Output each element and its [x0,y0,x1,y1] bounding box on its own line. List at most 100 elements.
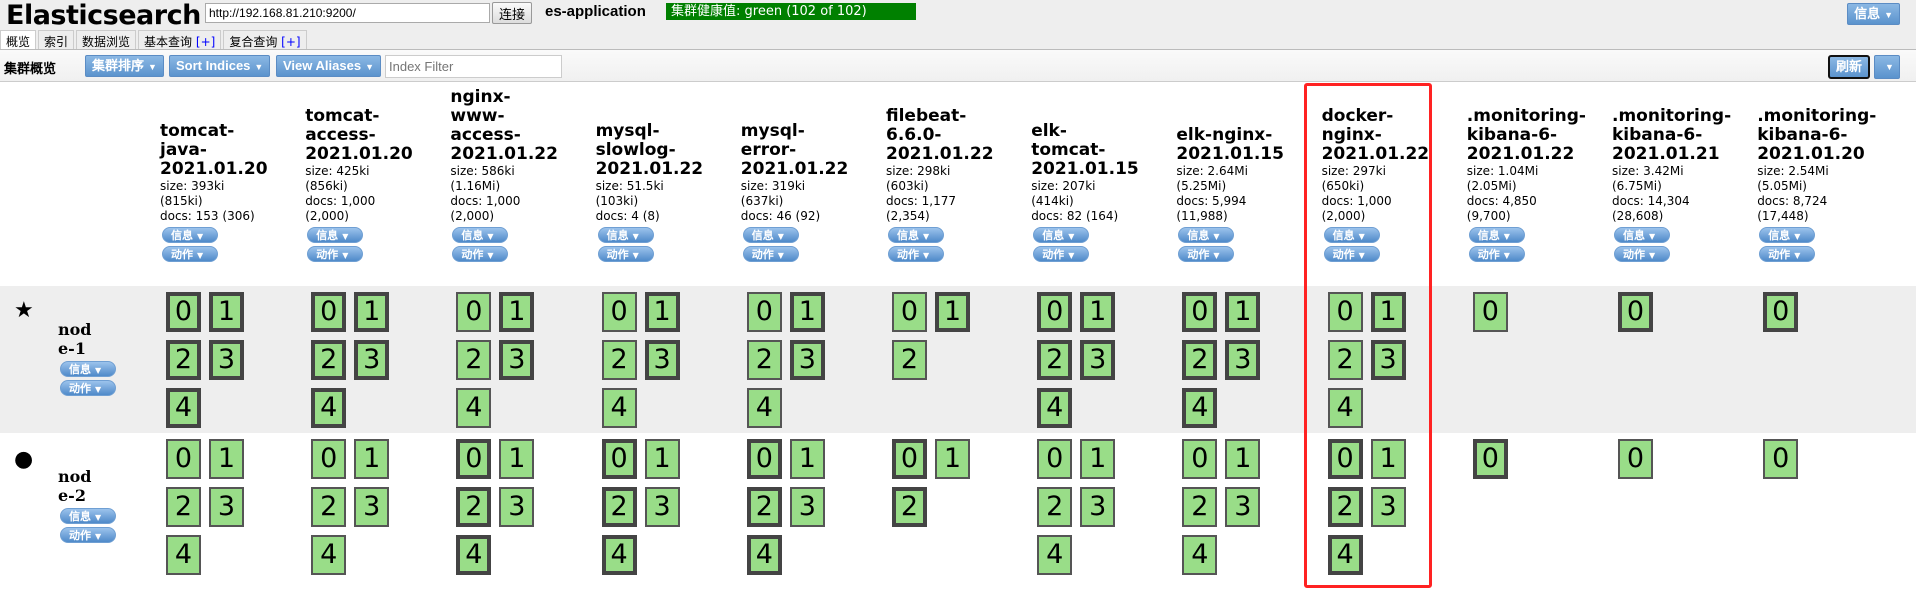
node-info-button[interactable]: 信息 ▼ [60,361,116,377]
shard-1[interactable]: 1 [1225,292,1261,332]
shard-0[interactable]: 0 [746,292,782,332]
refresh-button[interactable]: 刷新 [1827,55,1870,79]
shard-4[interactable]: 4 [601,388,637,428]
shard-1[interactable]: 1 [935,292,970,332]
shard-3[interactable]: 3 [789,487,825,527]
shard-3[interactable]: 3 [1370,487,1406,527]
view-aliases-button[interactable]: View Aliases ▼ [276,55,381,77]
shard-0[interactable]: 0 [1182,439,1218,479]
tab-1[interactable]: 索引 [38,30,75,50]
shard-0[interactable]: 0 [1472,292,1508,332]
shard-4[interactable]: 4 [746,535,782,575]
shard-0[interactable]: 0 [892,292,927,332]
index-info-button[interactable]: 信息 ▼ [1759,227,1816,243]
shard-0[interactable]: 0 [1037,292,1073,332]
shard-4[interactable]: 4 [601,535,637,575]
index-action-button[interactable]: 动作 ▼ [888,246,944,262]
shard-3[interactable]: 3 [499,487,535,527]
shard-4[interactable]: 4 [1327,535,1363,575]
shard-1[interactable]: 1 [1225,439,1261,479]
index-info-button[interactable]: 信息 ▼ [597,227,654,243]
shard-2[interactable]: 2 [1327,487,1363,527]
index-info-button[interactable]: 信息 ▼ [307,227,364,243]
shard-3[interactable]: 3 [644,340,680,380]
shard-2[interactable]: 2 [166,487,201,527]
sort-indices-button[interactable]: Sort Indices ▼ [169,55,271,77]
shard-0[interactable]: 0 [601,292,637,332]
index-info-button[interactable]: 信息 ▼ [742,227,799,243]
shard-4[interactable]: 4 [456,535,492,575]
tab-0[interactable]: 概览 [0,30,37,50]
refresh-dropdown-button[interactable]: ▼ [1874,55,1900,79]
shard-4[interactable]: 4 [1182,535,1218,575]
index-info-button[interactable]: 信息 ▼ [452,227,509,243]
index-info-button[interactable]: 信息 ▼ [1614,227,1670,243]
shard-2[interactable]: 2 [166,340,201,380]
shard-4[interactable]: 4 [1182,388,1218,428]
tab-4[interactable]: 复合查询 [+] [223,30,307,50]
sort-cluster-button[interactable]: 集群排序 ▼ [85,55,164,77]
shard-1[interactable]: 1 [644,292,680,332]
shard-2[interactable]: 2 [456,487,492,527]
shard-0[interactable]: 0 [456,292,492,332]
shard-2[interactable]: 2 [892,487,927,527]
shard-4[interactable]: 4 [311,388,347,428]
shard-3[interactable]: 3 [644,487,680,527]
shard-0[interactable]: 0 [456,439,492,479]
shard-1[interactable]: 1 [209,439,244,479]
shard-4[interactable]: 4 [311,535,347,575]
shard-2[interactable]: 2 [311,340,347,380]
shard-0[interactable]: 0 [1472,439,1508,479]
shard-0[interactable]: 0 [311,439,347,479]
shard-4[interactable]: 4 [456,388,492,428]
shard-1[interactable]: 1 [789,292,825,332]
index-action-button[interactable]: 动作 ▼ [452,246,509,262]
info-menu-button[interactable]: 信息 ▼ [1847,3,1900,25]
shard-1[interactable]: 1 [354,292,390,332]
shard-0[interactable]: 0 [1327,439,1363,479]
index-info-button[interactable]: 信息 ▼ [888,227,944,243]
index-action-button[interactable]: 动作 ▼ [1468,246,1525,262]
shard-2[interactable]: 2 [1037,487,1073,527]
add-tab-icon[interactable]: [+] [281,35,300,49]
index-info-button[interactable]: 信息 ▼ [1468,227,1525,243]
shard-1[interactable]: 1 [499,292,535,332]
shard-0[interactable]: 0 [311,292,347,332]
shard-0[interactable]: 0 [892,439,927,479]
shard-3[interactable]: 3 [1225,487,1261,527]
shard-1[interactable]: 1 [1370,292,1406,332]
shard-3[interactable]: 3 [209,340,244,380]
shard-0[interactable]: 0 [1763,439,1799,479]
shard-3[interactable]: 3 [1080,340,1116,380]
index-info-button[interactable]: 信息 ▼ [162,227,218,243]
node-info-button[interactable]: 信息 ▼ [60,508,116,524]
index-info-button[interactable]: 信息 ▼ [1178,227,1235,243]
shard-2[interactable]: 2 [1182,340,1218,380]
shard-1[interactable]: 1 [499,439,535,479]
shard-1[interactable]: 1 [1080,439,1116,479]
shard-3[interactable]: 3 [1370,340,1406,380]
shard-4[interactable]: 4 [1037,388,1073,428]
shard-4[interactable]: 4 [166,388,201,428]
shard-1[interactable]: 1 [644,439,680,479]
shard-4[interactable]: 4 [166,535,201,575]
shard-1[interactable]: 1 [789,439,825,479]
connect-button[interactable]: 连接 [492,2,532,24]
index-action-button[interactable]: 动作 ▼ [742,246,799,262]
shard-4[interactable]: 4 [1037,535,1073,575]
shard-2[interactable]: 2 [311,487,347,527]
shard-0[interactable]: 0 [601,439,637,479]
node-name[interactable]: node-1 [58,320,98,358]
add-tab-icon[interactable]: [+] [196,35,215,49]
shard-1[interactable]: 1 [354,439,390,479]
shard-0[interactable]: 0 [1618,292,1653,332]
tab-3[interactable]: 基本查询 [+] [138,30,222,50]
shard-0[interactable]: 0 [1763,292,1799,332]
shard-3[interactable]: 3 [209,487,244,527]
shard-3[interactable]: 3 [354,340,390,380]
shard-2[interactable]: 2 [746,487,782,527]
index-action-button[interactable]: 动作 ▼ [307,246,364,262]
node-action-button[interactable]: 动作 ▼ [60,527,116,543]
shard-3[interactable]: 3 [1225,340,1261,380]
shard-2[interactable]: 2 [601,340,637,380]
